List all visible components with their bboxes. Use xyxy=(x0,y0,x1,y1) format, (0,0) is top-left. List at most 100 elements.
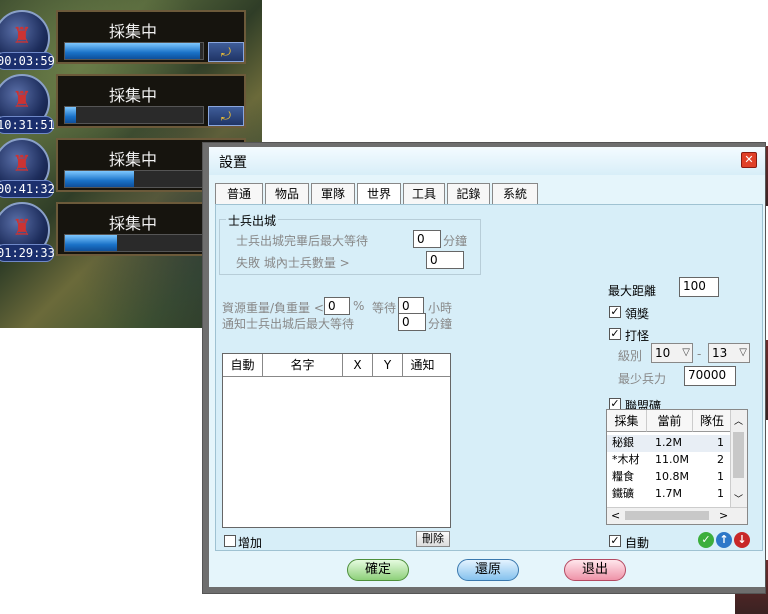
gather-progress-fill xyxy=(65,235,118,251)
gather-task-row[interactable]: ♜ 10:31:51 採集中 ⤾ xyxy=(0,74,250,134)
column-header-x[interactable]: X xyxy=(343,354,373,376)
target-list-header: 自動 名字 X Y 通知 xyxy=(223,354,450,377)
claim-reward-checkbox[interactable]: ✓ xyxy=(609,306,621,318)
tab-6[interactable]: 系統 xyxy=(492,183,538,205)
level-label: 級別 xyxy=(618,349,643,363)
confirm-check-icon[interactable]: ✓ xyxy=(698,532,714,548)
auto-label: 自動 xyxy=(625,536,650,550)
notify-wait-input[interactable]: 0 xyxy=(398,313,426,331)
min-power-label: 最少兵力 xyxy=(618,372,667,386)
gather-progress-fill xyxy=(65,171,134,187)
fail-threshold-input[interactable]: 0 xyxy=(426,251,464,269)
restore-button[interactable]: 還原 xyxy=(457,559,519,581)
resource-ratio-unit: % xyxy=(353,299,365,313)
resource-name-cell: 秘銀 xyxy=(612,436,634,449)
gather-timer: 01:29:33 xyxy=(0,244,55,262)
gather-timer: 00:41:32 xyxy=(0,180,55,198)
delete-button[interactable]: 刪除 xyxy=(416,531,450,547)
vertical-scrollbar[interactable]: ︿ ﹀ xyxy=(730,410,747,509)
scroll-thumb[interactable] xyxy=(733,432,744,478)
exit-button[interactable]: 退出 xyxy=(564,559,626,581)
min-power-input[interactable]: 70000 xyxy=(684,366,736,386)
scroll-down-icon[interactable]: ﹀ xyxy=(734,492,743,505)
column-header-gather[interactable]: 採集 xyxy=(607,410,647,432)
resource-ratio-label: 資源重量/負重量 < xyxy=(222,301,324,315)
level-separator: - xyxy=(697,347,702,361)
scroll-left-icon[interactable]: < xyxy=(611,508,620,523)
tab-0[interactable]: 普通 xyxy=(215,183,263,205)
gather-status-panel: 採集中 ⤾ xyxy=(56,74,246,128)
fight-monster-label: 打怪 xyxy=(625,329,650,343)
tab-5[interactable]: 記錄 xyxy=(447,183,490,205)
gather-progress-bar xyxy=(64,234,204,252)
column-header-notify[interactable]: 通知 xyxy=(403,354,442,376)
fight-monster-checkbox[interactable]: ✓ xyxy=(609,328,621,340)
tab-3[interactable]: 世界 xyxy=(357,183,401,205)
scroll-up-icon[interactable]: ︿ xyxy=(734,414,743,427)
column-header-current[interactable]: 當前 xyxy=(647,410,693,432)
move-up-icon[interactable]: ↑ xyxy=(716,532,732,548)
wait-hours-label: 等待 xyxy=(372,301,397,315)
gather-timer: 00:03:59 xyxy=(0,52,55,70)
max-distance-label: 最大距離 xyxy=(608,284,657,298)
add-checkbox[interactable] xyxy=(224,535,236,547)
gather-status-panel: 採集中 ⤾ xyxy=(56,10,246,64)
resource-team-cell: 1 xyxy=(717,470,724,483)
gather-status-label: 採集中 xyxy=(108,86,157,105)
max-distance-input[interactable]: 100 xyxy=(679,277,719,297)
tab-4[interactable]: 工具 xyxy=(403,183,445,205)
soldier-departure-section: 士兵出城 士兵出城完畢后最大等待 0 分鐘 失敗 城內士兵數量 > 0 xyxy=(219,212,481,275)
table-row[interactable]: 秘銀 1.2M 1 xyxy=(607,435,731,452)
resource-ratio-input[interactable]: 0 xyxy=(324,297,350,315)
add-label: 增加 xyxy=(238,536,263,550)
column-header-team[interactable]: 隊伍 xyxy=(693,410,731,432)
move-down-icon[interactable]: ↓ xyxy=(734,532,750,548)
resource-team-cell: 2 xyxy=(717,453,724,466)
column-header-y[interactable]: Y xyxy=(373,354,403,376)
resource-current-cell: 11.0M xyxy=(655,453,689,466)
resource-current-cell: 1.2M xyxy=(655,436,682,449)
table-row[interactable]: *木材 11.0M 2 xyxy=(607,452,731,469)
level-from-value: 10 xyxy=(655,346,671,360)
gather-progress-fill xyxy=(65,107,77,123)
max-wait-input[interactable]: 0 xyxy=(413,230,441,248)
level-to-value: 13 xyxy=(712,346,728,360)
gather-timer: 10:31:51 xyxy=(0,116,55,134)
column-header-name[interactable]: 名字 xyxy=(263,354,343,376)
auto-checkbox[interactable]: ✓ xyxy=(609,535,621,547)
hscroll-thumb[interactable] xyxy=(625,511,709,520)
target-list[interactable]: 自動 名字 X Y 通知 xyxy=(222,353,451,528)
scroll-right-icon[interactable]: > xyxy=(719,508,728,523)
gather-progress-bar xyxy=(64,106,204,124)
tab-2[interactable]: 軍隊 xyxy=(311,183,355,205)
notify-wait-label: 通知士兵出城后最大等待 xyxy=(222,317,355,331)
notify-wait-unit: 分鐘 xyxy=(428,317,453,331)
table-row[interactable]: 鐵礦 1.7M 1 xyxy=(607,486,731,503)
ok-button[interactable]: 確定 xyxy=(347,559,409,581)
resource-name-cell: 鐵礦 xyxy=(612,487,634,500)
resource-name-cell: *木材 xyxy=(612,453,640,466)
resource-current-cell: 10.8M xyxy=(655,470,689,483)
level-from-select[interactable]: 10 ▽ xyxy=(651,343,693,363)
level-to-select[interactable]: 13 ▽ xyxy=(708,343,750,363)
tab-1[interactable]: 物品 xyxy=(265,183,309,205)
fail-threshold-label: 失敗 城內士兵數量 > xyxy=(236,256,350,270)
gather-progress-bar xyxy=(64,170,204,188)
dialog-title-bar[interactable]: 設置 ✕ xyxy=(209,147,765,175)
wait-hours-unit: 小時 xyxy=(428,301,453,315)
world-tab-content: 士兵出城 士兵出城完畢后最大等待 0 分鐘 失敗 城內士兵數量 > 0 資源重量… xyxy=(215,204,763,551)
gather-task-row[interactable]: ♜ 00:03:59 採集中 ⤾ xyxy=(0,10,250,70)
speed-up-return-icon[interactable]: ⤾ xyxy=(208,106,244,126)
max-wait-unit: 分鐘 xyxy=(443,234,468,248)
speed-up-return-icon[interactable]: ⤾ xyxy=(208,42,244,62)
alliance-resource-table[interactable]: 採集 當前 隊伍 秘銀 1.2M 1 *木材 11.0M 2 糧食 10.8M 1 鐵礦 1.7M 1… xyxy=(606,409,748,525)
column-header-auto[interactable]: 自動 xyxy=(223,354,263,376)
gather-status-label: 採集中 xyxy=(108,214,157,233)
table-row[interactable]: 糧食 10.8M 1 xyxy=(607,469,731,486)
dialog-title: 設置 xyxy=(219,155,247,171)
close-icon[interactable]: ✕ xyxy=(741,152,757,168)
gather-progress-fill xyxy=(65,43,201,59)
horizontal-scrollbar[interactable]: < > xyxy=(607,507,747,524)
chevron-down-icon: ▽ xyxy=(739,347,747,358)
resource-team-cell: 1 xyxy=(717,436,724,449)
